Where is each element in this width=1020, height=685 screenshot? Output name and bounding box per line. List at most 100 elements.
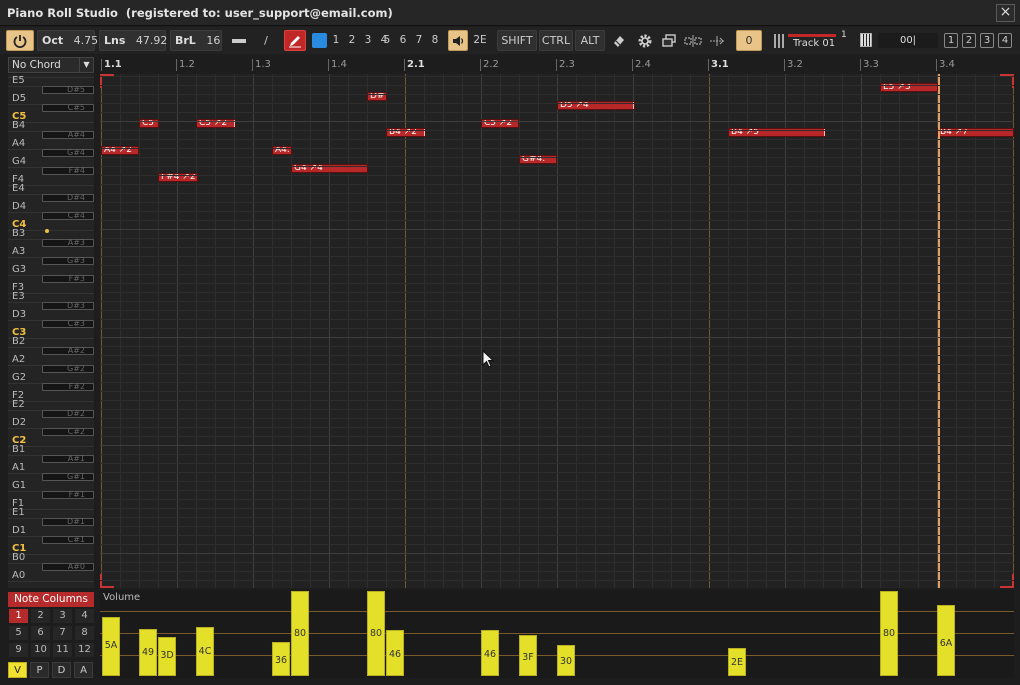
velocity-bar[interactable]: 6A	[937, 605, 955, 676]
black-key[interactable]: D#1	[42, 518, 94, 526]
black-key[interactable]: F#2	[42, 383, 94, 391]
page-3-button[interactable]: 3	[361, 33, 375, 48]
chord-select[interactable]: No Chord ▼	[8, 57, 94, 73]
key-label[interactable]: A4	[12, 138, 25, 149]
black-key[interactable]: C#4	[42, 212, 94, 220]
note-column-11-button[interactable]: 11	[53, 643, 72, 657]
velocity-bar[interactable]: 4C	[196, 627, 214, 676]
power-button[interactable]	[6, 30, 34, 51]
black-key[interactable]: F#3	[42, 275, 94, 283]
key-label[interactable]: G2	[12, 372, 26, 383]
black-key[interactable]: G#3	[42, 257, 94, 265]
velocity-bar[interactable]: 3D	[158, 637, 176, 676]
key-label[interactable]: A3	[12, 246, 25, 257]
velocity-bar[interactable]: 30	[557, 645, 575, 676]
velocity-bar[interactable]: 49	[139, 629, 157, 676]
counter-button[interactable]: 0	[736, 30, 762, 51]
key-label[interactable]: D5	[12, 93, 26, 104]
page-2-button[interactable]: 2	[345, 33, 359, 48]
black-key[interactable]: A#3	[42, 239, 94, 247]
snap-button[interactable]	[706, 30, 728, 51]
piano-keyboard[interactable]: F5E5D#5D5C#5C5B4A#4A4G#4G4F#4F4E4D#4D4C#…	[8, 74, 94, 588]
view-2-button[interactable]: 2	[962, 33, 976, 48]
panning-mode-button[interactable]: P	[30, 662, 49, 678]
note-column-1-button[interactable]: 1	[9, 609, 28, 623]
note-grid[interactable]: E5 ↗3 D# D5 ↗4 C5 C5 ↗2 C5 ↗2 B4 ↗2 B4 ↗…	[100, 74, 1014, 588]
key-label[interactable]: G1	[12, 480, 26, 491]
split-button[interactable]	[682, 30, 704, 51]
key-label[interactable]: B4	[12, 120, 25, 131]
note-column-12-button[interactable]: 12	[75, 643, 94, 657]
key-label[interactable]: A2	[12, 354, 25, 365]
velocity-bar[interactable]: 3F	[519, 635, 537, 676]
note-columns-title[interactable]: Note Columns	[8, 592, 94, 607]
key-label[interactable]: B2	[12, 336, 25, 347]
eraser-button[interactable]	[608, 30, 630, 51]
velocity-bar[interactable]: 80	[367, 591, 385, 676]
lines-field[interactable]: Lns 47.92	[99, 30, 167, 51]
black-key[interactable]: F#4	[42, 167, 94, 175]
black-key[interactable]: D#3	[42, 302, 94, 310]
black-key[interactable]: C#5	[42, 104, 94, 112]
page-1-button[interactable]: 1	[329, 33, 343, 48]
octave-field[interactable]: Oct 4.75	[37, 30, 98, 51]
black-key[interactable]: G#2	[42, 365, 94, 373]
page-7-button[interactable]: 7	[412, 33, 426, 48]
close-button[interactable]: ×	[996, 4, 1015, 22]
timeline-ruler[interactable]: 1.1 1.2 1.3 1.4 2.1 2.2 2.3 2.4 3.1 3.2 …	[100, 57, 1014, 73]
key-label[interactable]: E1	[12, 507, 25, 518]
velocity-bar[interactable]: 5A	[102, 617, 120, 676]
velocity-bar[interactable]: 2E	[728, 648, 746, 676]
note-column-9-button[interactable]: 9	[9, 643, 28, 657]
key-label[interactable]: B0	[12, 552, 25, 563]
key-label[interactable]: B1	[12, 444, 25, 455]
slash-button[interactable]: /	[256, 30, 276, 51]
velocity-bar[interactable]: 46	[386, 630, 404, 676]
automation-mode-button[interactable]: A	[74, 662, 93, 678]
draw-tool-button[interactable]	[284, 30, 306, 51]
black-key[interactable]: C#2	[42, 428, 94, 436]
black-key[interactable]: D#2	[42, 410, 94, 418]
black-key[interactable]: C#3	[42, 320, 94, 328]
velocity-bar[interactable]: 80	[291, 591, 309, 676]
black-key[interactable]: A#2	[42, 347, 94, 355]
key-label[interactable]: E5	[12, 75, 25, 86]
note-column-3-button[interactable]: 3	[53, 609, 72, 623]
black-key[interactable]: A#1	[42, 455, 94, 463]
note-column-7-button[interactable]: 7	[53, 626, 72, 640]
track-selector[interactable]: Track 01	[793, 38, 835, 49]
view-1-button[interactable]: 1	[944, 33, 958, 48]
key-label[interactable]: D2	[12, 417, 26, 428]
page-color-indicator[interactable]	[312, 33, 327, 48]
key-label[interactable]: B3	[12, 228, 25, 239]
delay-mode-button[interactable]: D	[52, 662, 71, 678]
page-6-button[interactable]: 6	[396, 33, 410, 48]
note-column-6-button[interactable]: 6	[31, 626, 50, 640]
note-column-10-button[interactable]: 10	[31, 643, 50, 657]
black-key[interactable]: G#4	[42, 149, 94, 157]
audition-button[interactable]	[448, 30, 468, 51]
bar-length-field[interactable]: BrL 16	[170, 30, 222, 51]
note-column-4-button[interactable]: 4	[75, 609, 94, 623]
key-label[interactable]: E4	[12, 183, 25, 194]
alt-button[interactable]: ALT	[575, 30, 605, 51]
key-label[interactable]: D3	[12, 309, 26, 320]
key-label[interactable]: A1	[12, 462, 25, 473]
key-label[interactable]: G4	[12, 156, 26, 167]
black-key[interactable]: F#1	[42, 491, 94, 499]
key-label[interactable]: D1	[12, 525, 26, 536]
view-4-button[interactable]: 4	[998, 33, 1012, 48]
minus-button[interactable]	[228, 30, 250, 51]
velocity-bar[interactable]: 46	[481, 630, 499, 676]
key-label[interactable]: D4	[12, 201, 26, 212]
key-label[interactable]: A0	[12, 570, 25, 581]
shift-button[interactable]: SHIFT	[497, 30, 537, 51]
view-3-button[interactable]: 3	[980, 33, 994, 48]
key-label[interactable]: G3	[12, 264, 26, 275]
settings-button[interactable]	[634, 30, 656, 51]
note-column-2-button[interactable]: 2	[31, 609, 50, 623]
velocity-lane[interactable]: Volume 5A 49 3D 4C 36 80 80 46 46 3F 30 …	[100, 590, 1014, 678]
black-key[interactable]: D#5	[42, 86, 94, 94]
black-key[interactable]: D#4	[42, 194, 94, 202]
black-key[interactable]: A#0	[42, 563, 94, 571]
